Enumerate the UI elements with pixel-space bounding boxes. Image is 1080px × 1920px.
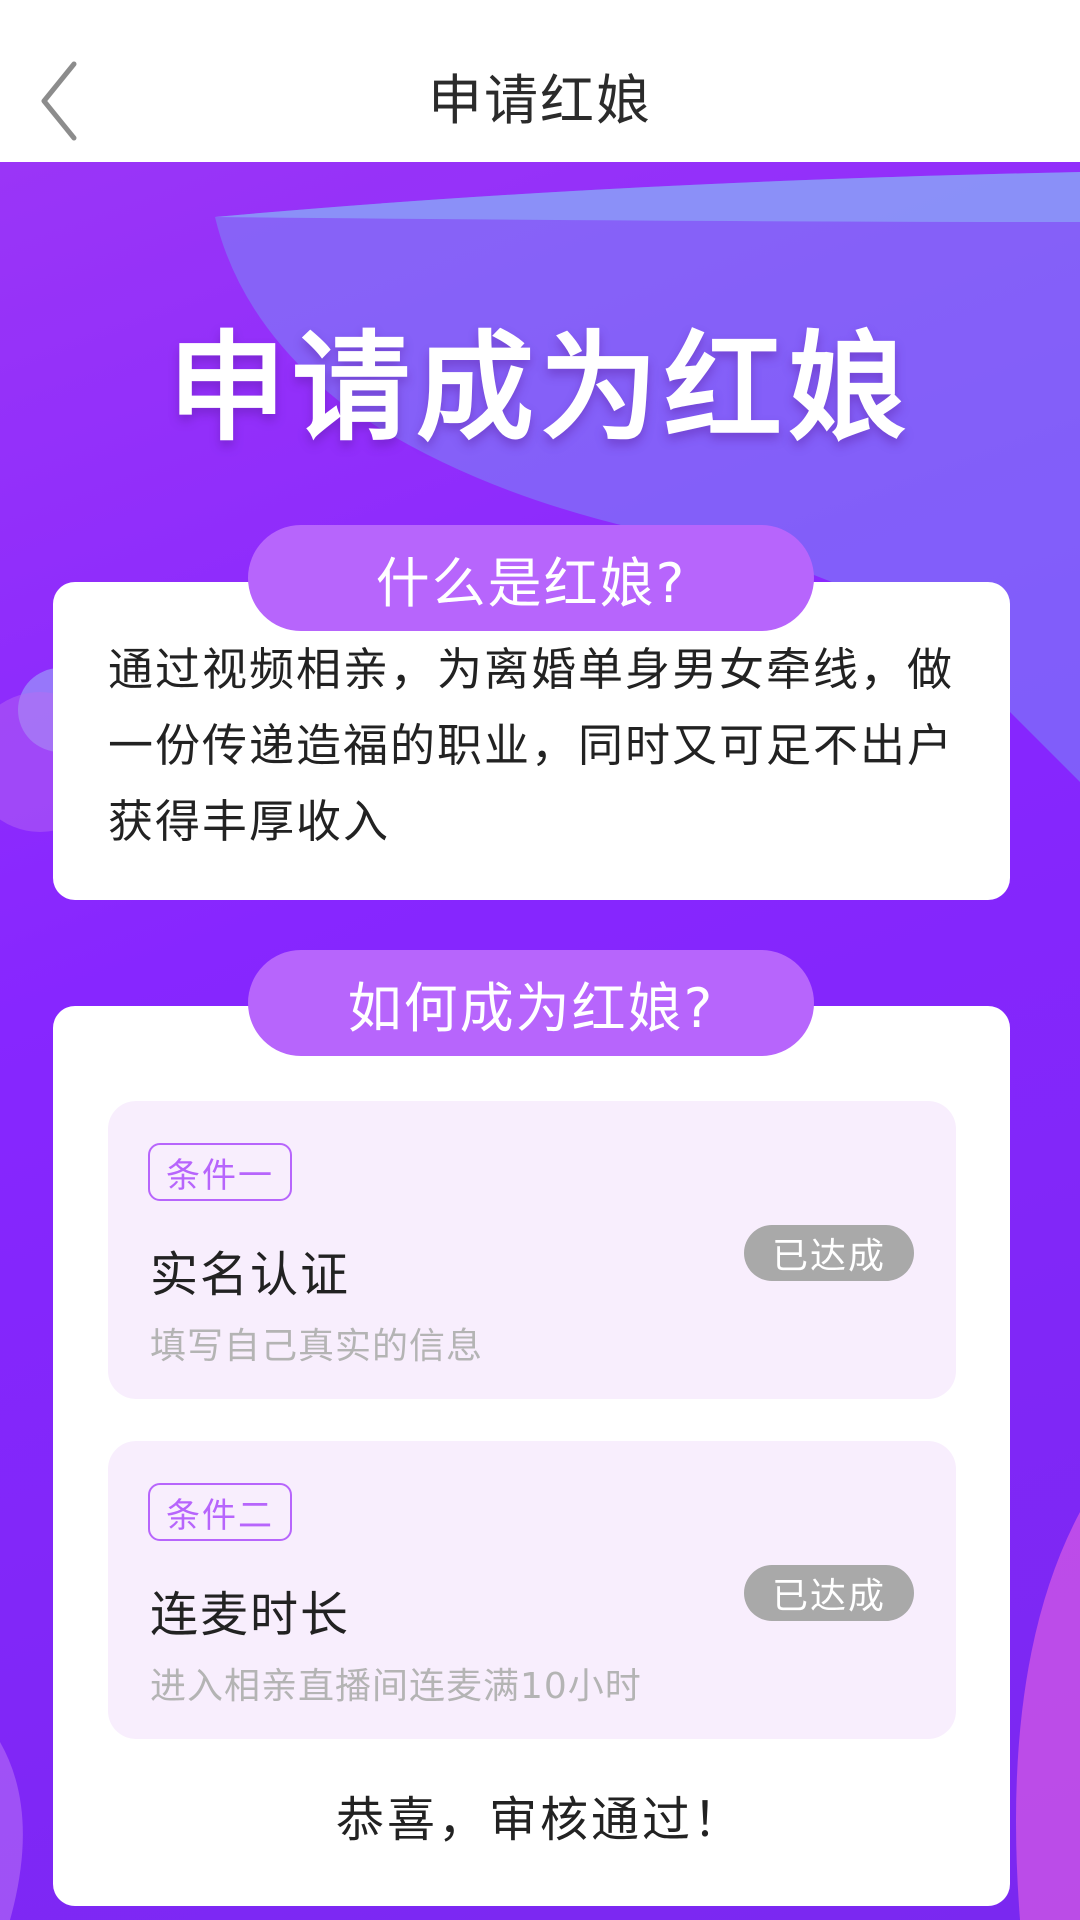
condition-tag: 条件一: [148, 1143, 292, 1201]
condition-item: 条件二 连麦时长 进入相亲直播间连麦满10小时 已达成: [108, 1441, 956, 1739]
intro-text: 通过视频相亲，为离婚单身男女牵线，做一份传递造福的职业，同时又可足不出户获得丰厚…: [108, 643, 955, 848]
condition-description: 填写自己真实的信息: [150, 1326, 484, 1367]
what-is-heading: 什么是红娘?: [248, 525, 814, 631]
condition-title: 连麦时长: [150, 1587, 351, 1643]
condition-title: 实名认证: [150, 1247, 351, 1303]
condition-tag: 条件二: [148, 1483, 292, 1541]
hero-title: 申请成为红娘: [167, 319, 912, 457]
condition-description: 进入相亲直播间连麦满10小时: [150, 1666, 642, 1707]
how-to-heading: 如何成为红娘?: [248, 950, 814, 1056]
status-badge: 已达成: [744, 1565, 914, 1621]
condition-item: 条件一 实名认证 填写自己真实的信息 已达成: [108, 1101, 956, 1399]
approval-result-text: 恭喜，审核通过！: [335, 1792, 744, 1848]
status-badge: 已达成: [744, 1225, 914, 1281]
